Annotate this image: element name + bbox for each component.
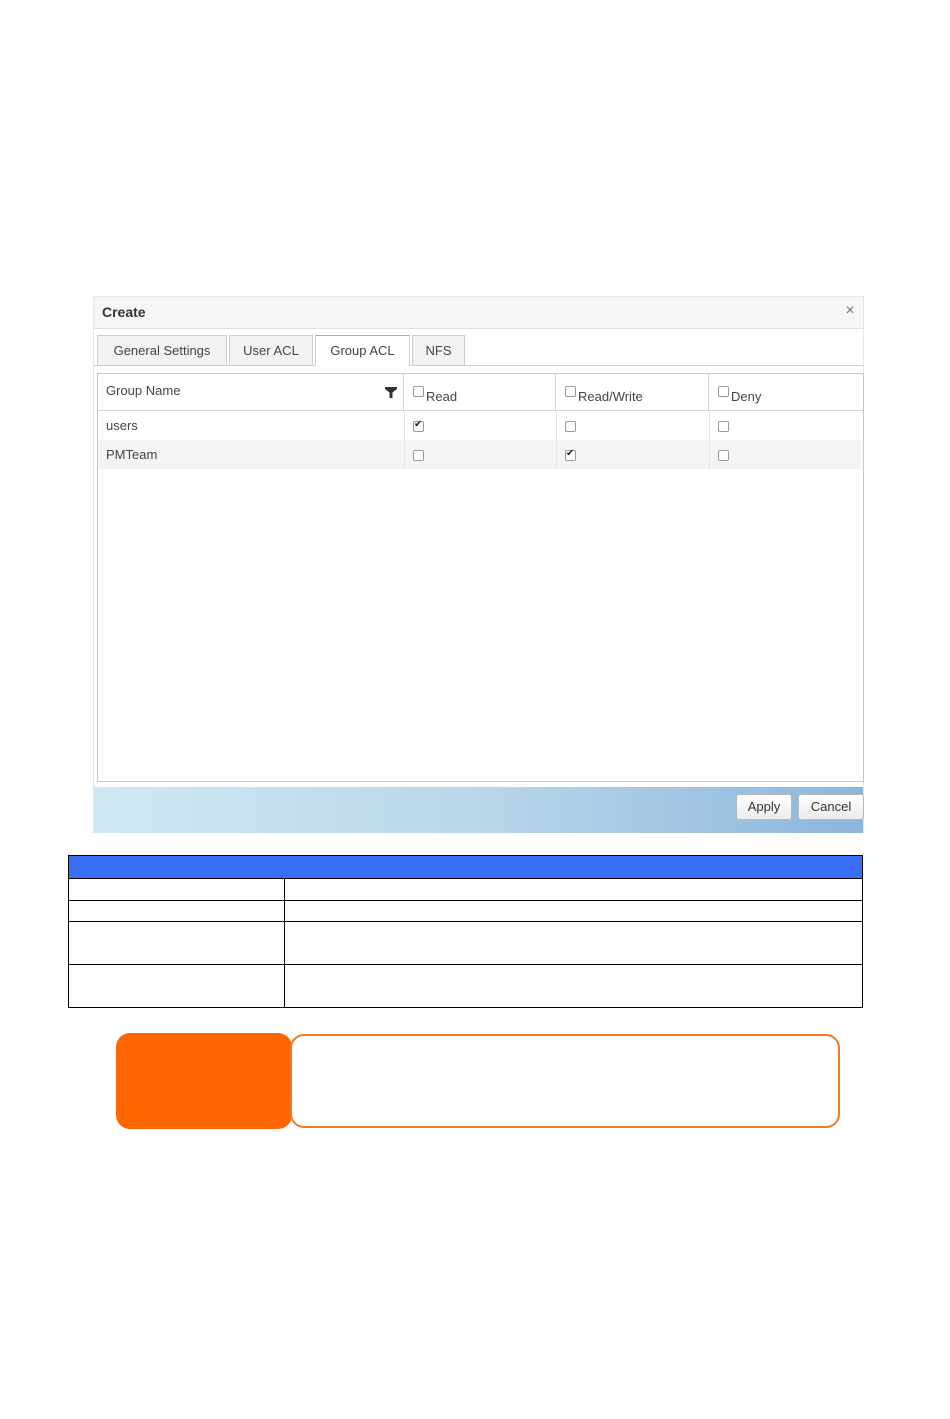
column-label-read-write: Read/Write [578, 389, 643, 404]
column-divider [404, 411, 405, 440]
column-divider [404, 440, 405, 469]
column-label-deny: Deny [731, 389, 762, 404]
select-all-deny-checkbox[interactable] [718, 386, 729, 397]
column-header-group-name[interactable]: Group Name [98, 374, 404, 410]
table-row[interactable]: PMTeam [98, 440, 861, 469]
column-header-deny: Deny [709, 374, 863, 410]
tab-bar: General Settings User ACL Group ACL NFS [94, 335, 863, 366]
column-divider [556, 440, 557, 469]
column-divider [709, 440, 710, 469]
info-table-header [69, 856, 862, 879]
column-label-read: Read [426, 389, 458, 404]
info-table-cell [69, 965, 285, 1007]
info-table-cell [285, 901, 862, 921]
column-divider [556, 411, 557, 440]
deny-checkbox[interactable] [718, 450, 729, 461]
info-table-cell [285, 965, 862, 1007]
read-checkbox[interactable] [413, 450, 424, 461]
group-acl-grid: Group Name Read Read/Write Deny users ✔ … [97, 373, 864, 782]
read-checkbox[interactable] [413, 419, 424, 432]
create-dialog: Create × General Settings User ACL Group… [93, 296, 864, 833]
select-all-read-write-checkbox[interactable] [565, 386, 576, 397]
info-table-cell [69, 879, 285, 900]
column-label-group-name: Group Name [106, 383, 181, 398]
info-table-cell [285, 879, 862, 900]
note-tag [116, 1033, 292, 1129]
column-header-read-write: Read/Write [556, 374, 709, 410]
deny-checkbox[interactable] [718, 421, 729, 432]
close-icon[interactable]: × [841, 302, 859, 320]
dialog-footer: Apply Cancel [94, 787, 864, 833]
read-write-checkbox[interactable] [565, 421, 576, 432]
tab-nfs[interactable]: NFS [412, 335, 465, 365]
cancel-button[interactable]: Cancel [798, 794, 864, 820]
info-table-row [69, 901, 862, 922]
tab-user-acl[interactable]: User ACL [229, 335, 313, 365]
select-all-read-checkbox[interactable] [413, 386, 424, 397]
tab-general-settings[interactable]: General Settings [97, 335, 227, 365]
apply-button[interactable]: Apply [736, 794, 792, 820]
group-name-cell: users [106, 418, 138, 433]
info-table-row [69, 879, 862, 901]
read-write-checkbox[interactable] [565, 448, 576, 461]
info-table-cell [285, 922, 862, 964]
group-name-cell: PMTeam [106, 447, 158, 462]
dialog-titlebar[interactable]: Create × [94, 297, 863, 329]
info-table [68, 855, 863, 1008]
info-table-cell [69, 901, 285, 921]
info-table-cell [69, 922, 285, 964]
grid-header: Group Name Read Read/Write Deny [98, 374, 863, 411]
column-divider [709, 411, 710, 440]
info-table-row [69, 965, 862, 1007]
table-row[interactable]: users [98, 411, 861, 440]
info-table-row [69, 922, 862, 965]
tab-group-acl[interactable]: Group ACL [315, 335, 410, 366]
column-header-read: Read [404, 374, 556, 410]
note-box [290, 1034, 840, 1128]
dialog-title: Create [102, 304, 146, 320]
filter-icon[interactable] [385, 386, 397, 398]
